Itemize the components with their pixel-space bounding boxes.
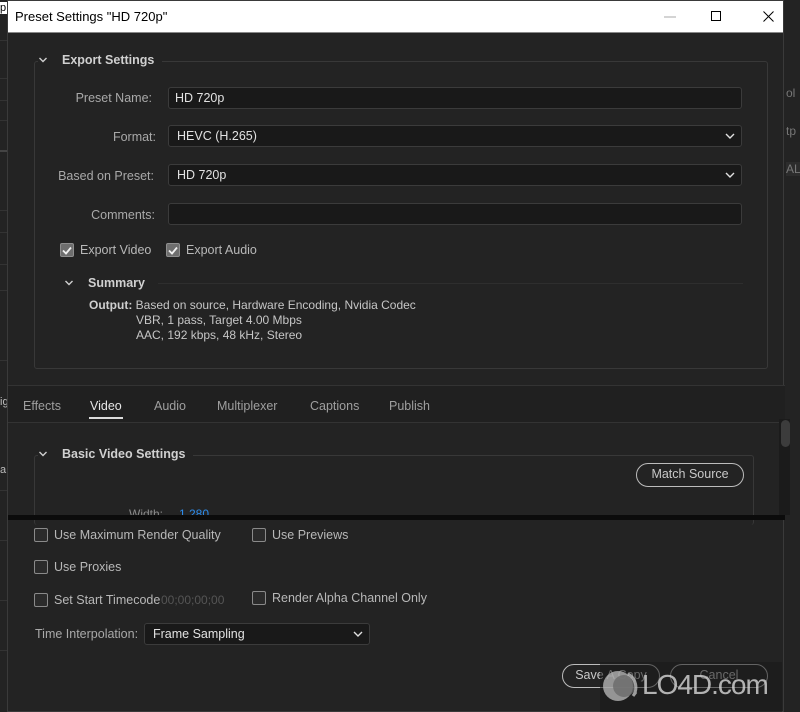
time-interpolation-label: Time Interpolation: bbox=[35, 627, 139, 641]
summary-line-3: AAC, 192 kbps, 48 kHz, Stereo bbox=[136, 328, 303, 342]
export-video-checkbox[interactable]: Export Video bbox=[60, 243, 151, 257]
title-bar: Preset Settings "HD 720p" bbox=[8, 1, 783, 33]
close-button[interactable] bbox=[745, 1, 791, 32]
settings-tab-bar: Effects Video Audio Multiplexer Captions… bbox=[8, 385, 785, 423]
panel-separator bbox=[8, 515, 785, 520]
match-source-button[interactable]: Match Source bbox=[636, 463, 744, 487]
tab-captions[interactable]: Captions bbox=[310, 399, 359, 413]
checkbox-unchecked-icon[interactable] bbox=[252, 528, 266, 542]
use-previews-checkbox[interactable]: Use Previews bbox=[252, 528, 348, 542]
use-previews-label: Use Previews bbox=[272, 528, 349, 542]
background-text: tp bbox=[786, 124, 797, 138]
minimize-button[interactable] bbox=[647, 1, 693, 32]
export-audio-checkbox[interactable]: Export Audio bbox=[166, 243, 257, 257]
based-on-preset-dropdown[interactable]: HD 720p bbox=[168, 164, 742, 186]
export-settings-header[interactable]: Export Settings bbox=[38, 53, 163, 67]
export-settings-title: Export Settings bbox=[62, 53, 155, 67]
basic-video-settings-header[interactable]: Basic Video Settings bbox=[38, 447, 194, 461]
checkbox-unchecked-icon[interactable] bbox=[34, 560, 48, 574]
max-render-quality-label: Use Maximum Render Quality bbox=[54, 528, 221, 542]
checkbox-unchecked-icon[interactable] bbox=[34, 528, 48, 542]
summary-divider bbox=[158, 283, 743, 284]
tab-publish[interactable]: Publish bbox=[389, 399, 430, 413]
background-app-right: ol tp AL bbox=[784, 0, 800, 712]
export-video-label: Export Video bbox=[80, 243, 152, 257]
minimize-icon bbox=[664, 16, 676, 17]
summary-output-key: Output: bbox=[89, 298, 133, 312]
checkbox-unchecked-icon[interactable] bbox=[252, 591, 266, 605]
based-on-preset-label: Based on Preset: bbox=[58, 169, 154, 183]
format-value: HEVC (H.265) bbox=[177, 129, 257, 143]
render-alpha-label: Render Alpha Channel Only bbox=[272, 591, 427, 605]
preset-name-input[interactable]: HD 720p bbox=[168, 87, 742, 109]
summary-header[interactable]: Summary bbox=[64, 276, 153, 290]
lo4d-logo-icon bbox=[603, 671, 638, 701]
checkbox-unchecked-icon[interactable] bbox=[34, 593, 48, 607]
preset-name-label: Preset Name: bbox=[75, 91, 152, 105]
watermark-text: LO4D.com bbox=[642, 669, 769, 700]
tab-multiplexer[interactable]: Multiplexer bbox=[217, 399, 277, 413]
comments-label: Comments: bbox=[91, 208, 155, 222]
summary-line-2: VBR, 1 pass, Target 4.00 Mbps bbox=[136, 313, 302, 327]
width-value[interactable]: 1,280 bbox=[179, 507, 209, 515]
width-label: Width: bbox=[129, 507, 164, 515]
background-text: AL bbox=[786, 162, 800, 176]
summary-output-line: Output: Based on source, Hardware Encodi… bbox=[89, 298, 416, 313]
scrollbar-thumb[interactable] bbox=[781, 420, 790, 447]
preset-settings-dialog: Preset Settings "HD 720p" Export Setting… bbox=[7, 0, 790, 712]
basic-video-settings-title: Basic Video Settings bbox=[62, 447, 186, 461]
chevron-down-icon bbox=[39, 57, 47, 63]
use-proxies-label: Use Proxies bbox=[54, 560, 122, 574]
set-start-timecode-label: Set Start Timecode bbox=[54, 593, 161, 607]
tab-video[interactable]: Video bbox=[89, 399, 123, 419]
preset-name-value: HD 720p bbox=[175, 91, 225, 105]
set-start-timecode-checkbox[interactable]: Set Start Timecode bbox=[34, 593, 160, 607]
based-on-preset-value: HD 720p bbox=[177, 168, 227, 182]
tab-effects[interactable]: Effects bbox=[23, 399, 61, 413]
checkbox-checked-icon[interactable] bbox=[166, 243, 180, 257]
export-audio-label: Export Audio bbox=[186, 243, 257, 257]
chevron-down-icon bbox=[65, 280, 73, 286]
time-interpolation-dropdown[interactable]: Frame Sampling bbox=[144, 623, 370, 645]
format-dropdown[interactable]: HEVC (H.265) bbox=[168, 125, 742, 147]
summary-line-1: Based on source, Hardware Encoding, Nvid… bbox=[135, 298, 416, 312]
window-title: Preset Settings "HD 720p" bbox=[15, 9, 168, 24]
chevron-down-icon bbox=[725, 133, 735, 139]
watermark: LO4D.com bbox=[600, 662, 782, 712]
maximize-icon bbox=[710, 11, 721, 21]
start-timecode-value[interactable]: 00;00;00;00 bbox=[161, 593, 224, 607]
maximize-button[interactable] bbox=[693, 1, 739, 32]
chevron-down-icon bbox=[39, 451, 47, 457]
summary-title: Summary bbox=[88, 276, 145, 290]
close-icon bbox=[762, 11, 774, 22]
chevron-down-icon bbox=[353, 631, 363, 637]
time-interpolation-value: Frame Sampling bbox=[153, 627, 245, 641]
render-alpha-checkbox[interactable]: Render Alpha Channel Only bbox=[252, 591, 427, 605]
tab-audio[interactable]: Audio bbox=[154, 399, 186, 413]
checkbox-checked-icon[interactable] bbox=[60, 243, 74, 257]
background-text: ol bbox=[786, 86, 796, 100]
chevron-down-icon bbox=[725, 172, 735, 178]
comments-input[interactable] bbox=[168, 203, 742, 225]
use-proxies-checkbox[interactable]: Use Proxies bbox=[34, 560, 121, 574]
format-label: Format: bbox=[112, 130, 156, 144]
max-render-quality-checkbox[interactable]: Use Maximum Render Quality bbox=[34, 528, 221, 542]
